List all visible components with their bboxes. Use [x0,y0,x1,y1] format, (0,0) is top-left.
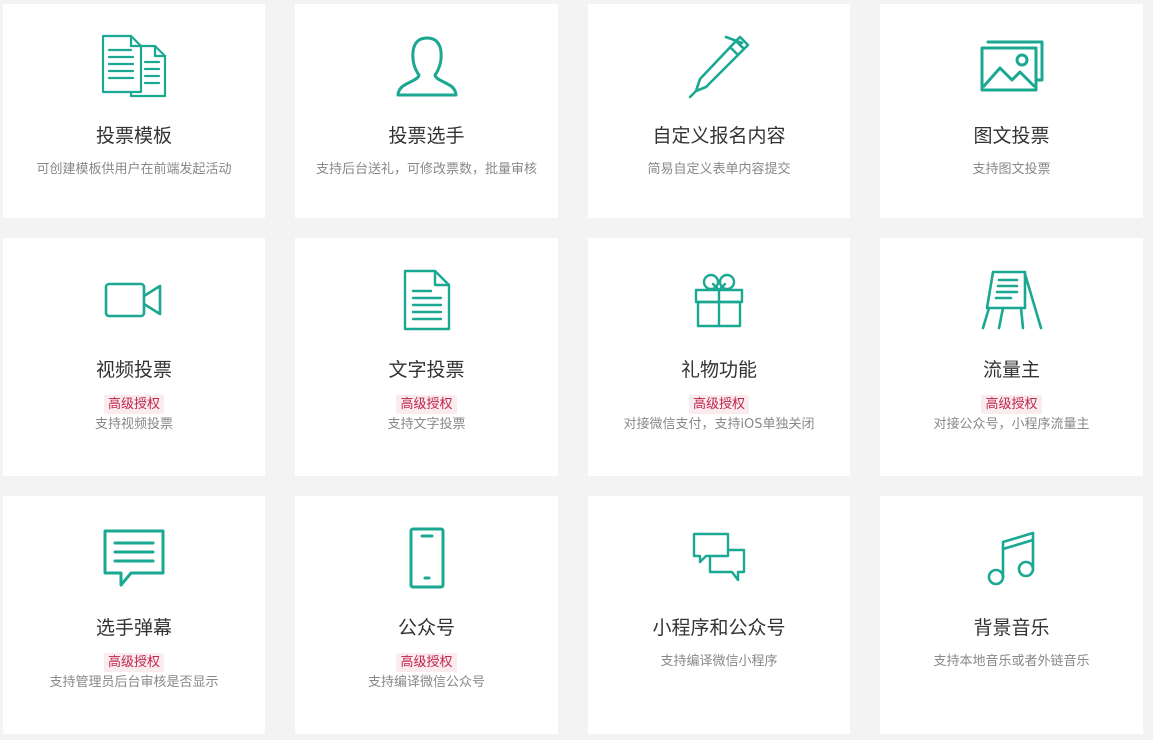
message-icon [3,524,265,592]
card-description: 支持本地音乐或者外链音乐 [933,654,1090,669]
card-title: 小程序和公众号 [652,617,786,639]
card-description: 对接公众号，小程序流量主 [933,417,1090,432]
documents-icon [3,32,265,100]
smartphone-icon [295,524,558,592]
card-description: 支持后台送礼，可修改票数，批量审核 [315,162,537,177]
card-title: 礼物功能 [680,359,757,381]
card-title: 公众号 [397,617,455,639]
premium-badge: 高级授权 [981,395,1042,414]
feature-grid: 投票模板 可创建模板供用户在前端发起活动 投票选手 支持后台送礼，可修改票数，批… [0,0,1153,740]
gift-icon [588,266,850,334]
card-description: 支持管理员后台审核是否显示 [49,675,219,690]
person-icon [295,32,558,100]
premium-badge: 高级授权 [396,653,457,672]
card-title: 文字投票 [388,359,465,381]
card-description: 支持编译微信小程序 [660,654,778,669]
card-title: 投票选手 [388,125,465,147]
text-document-icon [295,266,558,334]
easel-icon [880,266,1143,334]
chat-bubbles-icon [588,524,850,592]
card-title: 自定义报名内容 [652,125,786,147]
card-title: 投票模板 [95,125,172,147]
feature-card[interactable]: 图文投票 支持图文投票 [880,4,1143,218]
premium-badge: 高级授权 [688,395,749,414]
card-title: 选手弹幕 [95,617,172,639]
feature-card[interactable]: 选手弹幕 高级授权 支持管理员后台审核是否显示 [3,496,265,734]
card-description: 对接微信支付，支持iOS单独关闭 [623,417,815,432]
feature-card[interactable]: 视频投票 高级授权 支持视频投票 [3,238,265,476]
feature-card[interactable]: 投票模板 可创建模板供用户在前端发起活动 [3,4,265,218]
premium-badge: 高级授权 [103,653,164,672]
feature-card[interactable]: 小程序和公众号 支持编译微信小程序 [588,496,850,734]
feature-card[interactable]: 文字投票 高级授权 支持文字投票 [295,238,558,476]
feature-card[interactable]: 背景音乐 支持本地音乐或者外链音乐 [880,496,1143,734]
premium-badge: 高级授权 [396,395,457,414]
feature-card[interactable]: 投票选手 支持后台送礼，可修改票数，批量审核 [295,4,558,218]
music-note-icon [880,524,1143,592]
video-camera-icon [3,266,265,334]
card-description: 可创建模板供用户在前端发起活动 [36,162,232,177]
premium-badge: 高级授权 [103,395,164,414]
card-description: 简易自定义表单内容提交 [647,162,791,177]
image-icon [880,32,1143,100]
pen-icon [588,32,850,100]
card-description: 支持编译微信公众号 [367,675,485,690]
card-description: 支持图文投票 [972,162,1051,177]
card-title: 视频投票 [95,359,172,381]
feature-card[interactable]: 礼物功能 高级授权 对接微信支付，支持iOS单独关闭 [588,238,850,476]
card-title: 图文投票 [973,125,1050,147]
card-description: 支持视频投票 [94,417,173,432]
card-title: 流量主 [982,359,1040,381]
feature-card[interactable]: 公众号 高级授权 支持编译微信公众号 [295,496,558,734]
card-title: 背景音乐 [973,617,1050,639]
card-description: 支持文字投票 [387,417,466,432]
feature-card[interactable]: 流量主 高级授权 对接公众号，小程序流量主 [880,238,1143,476]
feature-card[interactable]: 自定义报名内容 简易自定义表单内容提交 [588,4,850,218]
